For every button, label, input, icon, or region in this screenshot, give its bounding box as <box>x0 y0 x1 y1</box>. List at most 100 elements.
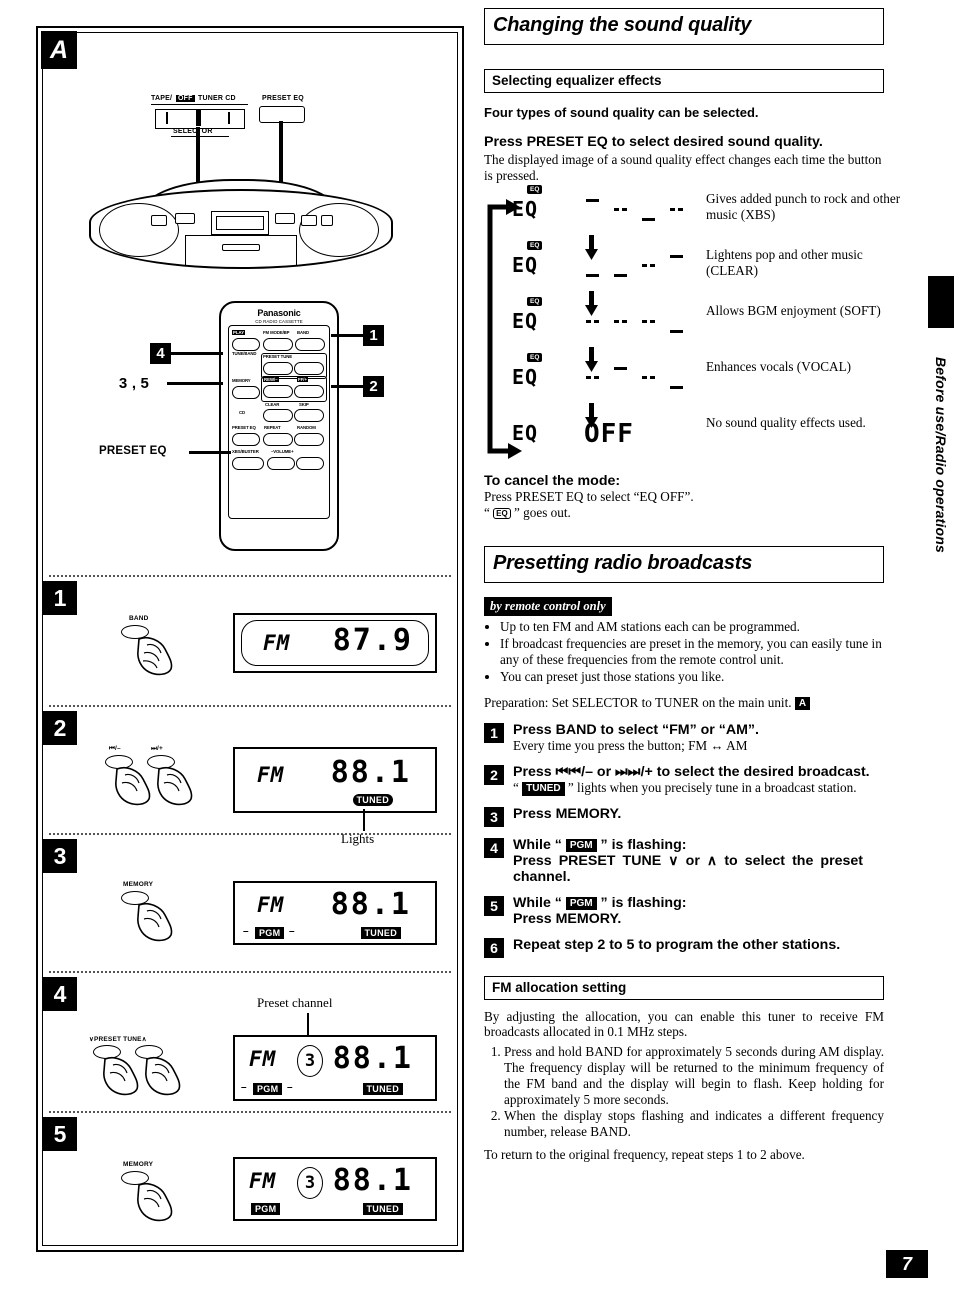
step-divider-2 <box>49 705 451 707</box>
remote-key-preset-eq[interactable] <box>232 433 260 446</box>
remote-key-play[interactable] <box>232 338 260 351</box>
step1-button-label: BAND <box>129 615 149 622</box>
step3-pgm-indicator: PGM <box>255 927 285 939</box>
eq-row-off: EQ OFF No sound quality effects used. <box>510 413 884 465</box>
remote-key-rew[interactable] <box>263 385 293 398</box>
remote-key-clear[interactable] <box>263 409 293 422</box>
remote-brand: Panasonic <box>257 308 301 318</box>
remote-callout-line-3-5 <box>167 382 223 385</box>
content-column: Changing the sound quality Selecting equ… <box>484 8 900 1163</box>
eq-off-text: OFF <box>584 419 634 450</box>
selector-off-label: OFF <box>176 95 195 102</box>
eq-bar-4-1b <box>594 376 599 380</box>
eq-lcd-text-5: EQ <box>512 421 539 446</box>
boombox-illustration <box>89 163 393 269</box>
list-item: If broadcast frequencies are preset in t… <box>500 636 884 668</box>
remote-key-label-random: RANDOM <box>297 425 316 430</box>
remote-key-volume-up[interactable] <box>296 457 324 470</box>
remote-key-ff[interactable] <box>294 385 324 398</box>
step-divider-3 <box>49 833 451 835</box>
eq-bar-1-1 <box>586 199 599 203</box>
step-number-2: 2 <box>484 765 504 786</box>
step2-caption-leader <box>363 809 365 831</box>
step1-display-band: FM <box>263 631 291 655</box>
step-4-quote-open: While “ <box>513 836 566 853</box>
remote-key-label-xbs: XBS/BUSTER <box>232 449 259 454</box>
step4-caption-leader <box>307 1013 309 1035</box>
remote-key-label-play: PLAY <box>232 330 246 335</box>
remote-key-label-volume: –VOLUME+ <box>271 449 294 454</box>
eq-description-4: Enhances vocals (VOCAL) <box>706 359 852 375</box>
remote-key-preset-tune-down[interactable] <box>263 362 293 375</box>
step2-button-label-left: ⏮/– <box>109 745 121 752</box>
eq-row-xbs: EQ EQ Gives added punch to rock and othe… <box>510 185 900 241</box>
eq-bar-4-3b <box>650 376 655 380</box>
step4-display-frequency: 88.1 <box>332 1041 413 1076</box>
remote-callout-3-5: 3 , 5 <box>118 375 150 392</box>
remote-key-preset-tune-up[interactable] <box>294 362 324 375</box>
cancel-mode-line2: “ EQ ” goes out. <box>484 505 884 521</box>
step-5-flashing-text: ” is flashing: <box>596 894 687 911</box>
eq-row-clear: EQ EQ Lightens pop and other music (CLEA… <box>510 241 884 297</box>
side-tab-label: Before use/Radio operations <box>933 357 949 553</box>
step-divider-1 <box>49 575 451 577</box>
step1-hand-icon <box>137 636 173 676</box>
step4-caption: Preset channel <box>257 995 333 1010</box>
remote-key-skip[interactable] <box>294 409 324 422</box>
eq-row-vocal: EQ EQ Enhances vocals (VOCAL) <box>510 353 884 409</box>
eq-indicator-badge-2: EQ <box>527 241 543 251</box>
subsection-title-fm-allocation: FM allocation setting <box>484 975 884 1000</box>
remote-key-volume-down[interactable] <box>267 457 295 470</box>
step3-hand-icon <box>137 902 173 942</box>
step-badge-5: 5 <box>43 1117 77 1151</box>
step2-caption: Lights <box>341 831 375 846</box>
remote-key-label-cd: CD <box>239 410 246 415</box>
step-2-title: Press ⏮⏮/– or ⏭⏭/+ to select the desired… <box>513 764 870 781</box>
section-title-sound-quality: Changing the sound quality <box>484 8 884 45</box>
step5-button-label: MEMORY <box>123 1161 154 1168</box>
step5-display: FM 3 88.1 PGM TUNED <box>233 1157 437 1221</box>
remote-key-band[interactable] <box>295 338 325 351</box>
eq-bar-3-1a <box>586 320 591 324</box>
eq-bar-3-3b <box>650 320 655 324</box>
list-item: Press and hold BAND for approximately 5 … <box>504 1044 884 1107</box>
preset-eq-unit-label: PRESET EQ <box>262 95 304 102</box>
eq-lcd-text-1: EQ <box>512 197 539 222</box>
step5-pgm-indicator: PGM <box>251 1203 281 1215</box>
step4-display: FM 3 88.1 – PGM – TUNED <box>233 1035 437 1101</box>
eq-bar-4-4 <box>670 386 683 390</box>
step-number-3: 3 <box>484 806 504 827</box>
eq-description-3: Allows BGM enjoyment (SOFT) <box>706 303 881 319</box>
remote-key-label-band: BAND <box>297 330 310 335</box>
eq-row-soft: EQ EQ Allows BGM enjoyment (SOFT) <box>510 297 884 353</box>
step1-display-frequency: 87.9 <box>332 623 413 658</box>
list-item: When the display stops flashing and indi… <box>504 1108 884 1140</box>
remote-key-memory[interactable] <box>232 386 260 399</box>
step-divider-4 <box>49 971 451 973</box>
step5-display-frequency: 88.1 <box>332 1163 413 1198</box>
eq-bar-3-4 <box>670 330 683 334</box>
remote-callout-4: 4 <box>150 343 171 364</box>
remote-key-label-ff: FF/+ <box>297 377 308 382</box>
remote-key-fm-mode[interactable] <box>263 338 293 351</box>
step-4-title-line1: While “ PGM ” is flashing: <box>513 837 863 853</box>
step3-button-label: MEMORY <box>123 881 154 888</box>
selector-name-label: SELECTOR <box>173 128 213 135</box>
remote-key-label-preset-tune: PRESET TUNE <box>263 354 292 359</box>
pgm-badge-inline-4: PGM <box>565 838 597 852</box>
step-number-4: 4 <box>484 837 504 858</box>
eq-bar-2-4 <box>670 255 683 259</box>
cancel-mode-heading: To cancel the mode: <box>484 473 621 490</box>
remote-key-label-memory: MEMORY <box>232 378 251 383</box>
selector-name-underline <box>171 136 229 138</box>
section-title-presetting: Presetting radio broadcasts <box>484 546 884 584</box>
remote-key-repeat[interactable] <box>263 433 293 446</box>
step2-display: FM 88.1 TUNED <box>233 747 437 813</box>
eq-bar-4-3a <box>642 376 647 380</box>
side-tab-marker <box>928 276 954 328</box>
preset-step-5: 5 While “ PGM ” is flashing: Press MEMOR… <box>484 895 884 927</box>
remote-key-xbs[interactable] <box>232 457 264 470</box>
remote-key-random[interactable] <box>294 433 324 446</box>
step4-pgm-flash-right: – <box>287 1082 293 1093</box>
pgm-badge-inline-5: PGM <box>565 896 597 910</box>
